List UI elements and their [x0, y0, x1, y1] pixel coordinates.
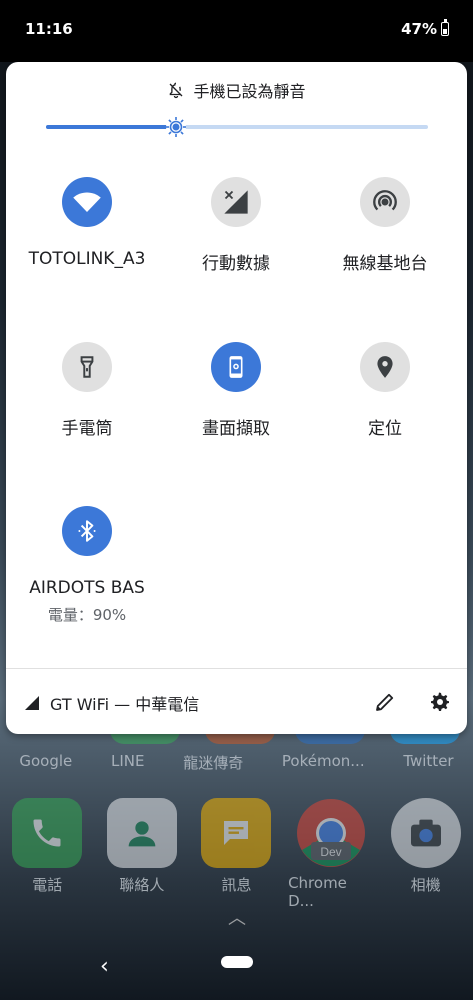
bluetooth-icon[interactable]	[62, 506, 112, 556]
settings-gear-icon[interactable]	[427, 690, 451, 714]
battery-percent: 47%	[401, 20, 437, 38]
contacts-icon	[106, 798, 177, 868]
navigation-bar: ‹	[0, 930, 473, 1000]
dock: 電話 聯絡人 訊息 Dev Chrome D... 相機	[0, 798, 473, 910]
dock-label-contacts: 聯絡人	[119, 876, 165, 894]
dock-app-chrome-dev[interactable]: Dev Chrome D...	[288, 798, 374, 910]
screen-capture-icon[interactable]	[211, 342, 261, 392]
messages-icon	[201, 798, 272, 868]
tile-label-wifi: TOTOLINK_A3	[28, 249, 146, 269]
hotspot-icon[interactable]	[360, 177, 410, 227]
dock-label-camera: 相機	[410, 876, 441, 894]
silent-mode-label: 手機已設為靜音	[193, 82, 306, 101]
location-icon[interactable]	[360, 342, 410, 392]
quick-settings-panel: 手機已設為靜音 TOTOLINK_A3 行動數據 無線基地台 手電筒 畫面擷取 …	[6, 62, 467, 734]
back-button[interactable]: ‹	[100, 954, 109, 979]
tile-bluetooth[interactable]: AIRDOTS BAS 電量：90%	[17, 506, 157, 625]
tile-label-hotspot: 無線基地台	[342, 254, 428, 274]
dock-app-messages[interactable]: 訊息	[193, 798, 279, 910]
carrier-info[interactable]: GT WiFi — 中華電信	[24, 691, 199, 715]
wifi-icon[interactable]	[62, 177, 112, 227]
camera-icon	[390, 798, 461, 868]
tile-label-location: 定位	[368, 419, 402, 439]
tile-mobile-data[interactable]: 行動數據	[166, 177, 306, 274]
tile-label-bluetooth: AIRDOTS BAS	[29, 578, 145, 598]
silent-mode-row[interactable]: 手機已設為靜音	[6, 78, 467, 102]
dock-app-contacts[interactable]: 聯絡人	[99, 798, 185, 910]
chrome-dev-icon: Dev	[296, 798, 366, 868]
dock-app-camera[interactable]: 相機	[383, 798, 469, 910]
battery-status: 47%	[401, 19, 449, 38]
status-bar: 11:16 47%	[0, 0, 473, 62]
app-label-twitter[interactable]: Twitter	[403, 752, 453, 773]
tile-label-screen-capture: 畫面擷取	[202, 419, 270, 439]
quick-settings-footer: GT WiFi — 中華電信	[6, 669, 467, 734]
dock-label-messages: 訊息	[221, 876, 252, 894]
tile-label-mobile-data: 行動數據	[202, 254, 270, 274]
edit-pencil-icon[interactable]	[373, 690, 397, 714]
home-button[interactable]	[221, 956, 253, 968]
app-label-google[interactable]: Google	[19, 752, 72, 773]
dock-label-chrome-dev: Chrome D...	[288, 874, 347, 910]
tile-sublabel-bluetooth-battery: 電量：90%	[47, 606, 127, 624]
tile-flashlight[interactable]: 手電筒	[17, 342, 157, 439]
dev-badge: Dev	[320, 845, 341, 859]
clock: 11:16	[25, 20, 73, 38]
brightness-fill	[46, 125, 176, 129]
app-label-line[interactable]: LINE	[111, 752, 144, 773]
brightness-slider[interactable]	[46, 117, 428, 137]
phone-icon	[12, 798, 83, 868]
dock-label-phone: 電話	[32, 876, 63, 894]
brightness-thumb-icon[interactable]	[165, 116, 187, 138]
tile-label-flashlight: 手電筒	[61, 419, 113, 439]
tile-screen-capture[interactable]: 畫面擷取	[166, 342, 306, 439]
tile-location[interactable]: 定位	[315, 342, 455, 439]
flashlight-icon[interactable]	[62, 342, 112, 392]
app-label-game[interactable]: 龍迷傳奇	[183, 752, 243, 773]
mobile-data-icon[interactable]	[211, 177, 261, 227]
bell-off-icon	[170, 82, 183, 99]
app-label-pokemon[interactable]: Pokémon...	[282, 752, 365, 773]
tile-hotspot[interactable]: 無線基地台	[315, 177, 455, 274]
signal-icon	[25, 696, 39, 710]
carrier-label: GT WiFi — 中華電信	[50, 695, 200, 714]
app-drawer-chevron-icon[interactable]: ︿	[228, 904, 246, 930]
home-app-row: Google LINE 龍迷傳奇 Pokémon... Twitter	[0, 752, 473, 773]
battery-icon	[441, 19, 449, 36]
dock-app-phone[interactable]: 電話	[4, 798, 90, 910]
tile-wifi[interactable]: TOTOLINK_A3	[17, 177, 157, 269]
